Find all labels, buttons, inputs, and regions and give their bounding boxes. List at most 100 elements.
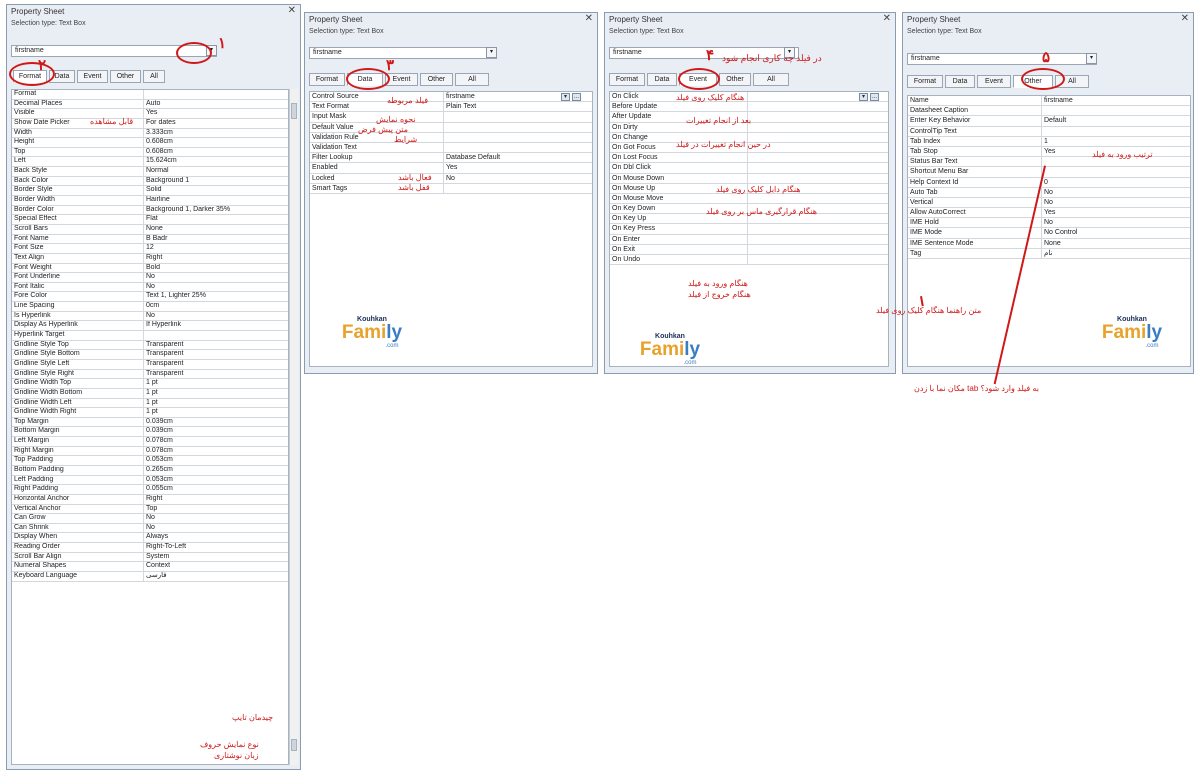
property-row[interactable]: Filter Lookup Database Default [310,153,592,164]
property-row[interactable]: On Mouse Down [610,173,888,184]
property-value[interactable] [748,112,888,121]
tab-all[interactable]: All [753,73,789,86]
property-value[interactable]: Right-To-Left [144,543,288,552]
property-row[interactable]: On Dbl Click [610,163,888,174]
property-row[interactable]: Gridline Width Right 1 pt [12,408,288,418]
chevron-down-icon[interactable]: ▾ [486,47,497,58]
property-row[interactable]: Shortcut Menu Bar [908,167,1190,178]
property-row[interactable]: Gridline Style Right Transparent [12,369,288,380]
property-row[interactable]: Default Value [310,122,592,133]
property-row[interactable]: Before Update [610,102,888,113]
property-value[interactable]: No Control [1042,228,1190,237]
property-row[interactable]: Border Width Hairline [12,196,288,206]
property-row[interactable]: Visible Yes [12,109,288,119]
property-value[interactable]: firstname [1042,96,1190,105]
property-value[interactable]: 15.624cm [144,157,288,166]
property-row[interactable]: Left Margin 0.078cm [12,437,288,447]
property-value[interactable]: 1 [1042,137,1190,146]
property-row[interactable]: ControlTip Text [908,126,1190,137]
property-row[interactable]: Keyboard Language فارسی [12,572,288,582]
property-value[interactable]: No [1042,188,1190,197]
property-value[interactable]: 0.608cm [144,138,288,147]
property-row[interactable]: Width 3.333cm [12,128,288,139]
close-icon[interactable]: ✕ [1181,13,1189,25]
property-value[interactable]: Yes [144,109,288,118]
property-value[interactable] [1042,127,1190,136]
property-value[interactable]: Transparent [144,341,288,350]
property-value[interactable]: 1 pt [144,389,288,398]
property-value[interactable]: 0.078cm [144,437,288,446]
property-value[interactable]: Bold [144,264,288,273]
property-value[interactable]: 0.039cm [144,427,288,436]
property-row[interactable]: Gridline Width Left 1 pt [12,398,288,409]
property-value[interactable]: 0.608cm [144,148,288,157]
property-row[interactable]: Text Format Plain Text [310,102,592,113]
property-row[interactable]: Gridline Style Bottom Transparent [12,350,288,360]
property-row[interactable]: Border Color Background 1, Darker 35% [12,205,288,216]
property-row[interactable]: Bottom Margin 0.039cm [12,427,288,438]
property-row[interactable]: Line Spacing 0cm [12,302,288,312]
property-row[interactable]: Vertical Anchor Top [12,504,288,515]
property-row[interactable]: Gridline Width Top 1 pt [12,379,288,389]
property-value[interactable]: No [444,174,592,183]
tab-event[interactable]: Event [77,70,108,83]
property-row[interactable]: Top Padding 0.053cm [12,456,288,466]
property-value[interactable]: 12 [144,244,288,253]
property-value[interactable]: No [144,312,288,321]
property-value[interactable]: 0.265cm [144,466,288,475]
dropdown-button[interactable]: ▾ [561,93,570,101]
property-row[interactable]: IME Hold No [908,218,1190,229]
property-row[interactable]: Show Date Picker For dates [12,118,288,129]
property-value[interactable]: Background 1 [144,177,288,186]
object-combo[interactable]: firstname ▾ [907,53,1097,65]
property-row[interactable]: Right Margin 0.078cm [12,446,288,457]
property-value[interactable]: Database Default [444,153,592,162]
chevron-down-icon[interactable]: ▾ [1086,53,1097,64]
property-value[interactable]: 1 pt [144,379,288,388]
tab-event[interactable]: Event [977,75,1011,88]
property-row[interactable]: Reading Order Right-To-Left [12,543,288,553]
property-value[interactable] [748,123,888,132]
property-value[interactable]: No [144,514,288,523]
tab-data[interactable]: Data [945,75,975,88]
property-row[interactable]: Datasheet Caption [908,106,1190,117]
property-row[interactable]: IME Mode No Control [908,228,1190,239]
property-value[interactable]: Hairline [144,196,288,205]
dropdown-button[interactable]: ▾ [859,93,868,101]
property-row[interactable]: Control Source firstname [310,92,592,103]
property-value[interactable]: 0.039cm [144,418,288,427]
tab-other[interactable]: Other [420,73,453,86]
tab-other[interactable]: Other [719,73,751,86]
property-value[interactable]: No [144,283,288,292]
property-value[interactable] [748,245,888,254]
property-value[interactable]: 0 [1042,178,1190,187]
property-row[interactable]: Vertical No [908,197,1190,209]
property-value[interactable]: Plain Text [444,102,592,111]
property-row[interactable]: Numeral Shapes Context [12,562,288,573]
property-row[interactable]: Top Margin 0.039cm [12,417,288,428]
property-value[interactable] [144,90,288,99]
property-value[interactable]: 1 pt [144,399,288,408]
property-row[interactable]: Enter Key Behavior Default [908,116,1190,127]
property-row[interactable]: Smart Tags [310,183,592,194]
property-value[interactable]: 0.078cm [144,447,288,456]
property-value[interactable]: Top [144,505,288,514]
property-value[interactable]: Text 1, Lighter 25% [144,292,288,301]
property-row[interactable]: IME Sentence Mode None [908,238,1190,249]
property-row[interactable]: Scroll Bars None [12,224,288,235]
property-row[interactable]: Border Style Solid [12,186,288,197]
property-row[interactable]: Name firstname [908,96,1190,107]
property-row[interactable]: Text Align Right [12,253,288,264]
property-value[interactable]: B Badr [144,235,288,244]
build-button[interactable]: ... [572,93,581,101]
property-value[interactable]: No [144,273,288,282]
property-value[interactable]: Right [144,254,288,263]
property-value[interactable]: Transparent [144,350,288,359]
property-row[interactable]: Gridline Style Top Transparent [12,340,288,351]
property-value[interactable] [444,184,592,193]
property-row[interactable]: Fore Color Text 1, Lighter 25% [12,292,288,303]
property-row[interactable]: Decimal Places Auto [12,99,288,110]
property-row[interactable]: Is Hyperlink No [12,311,288,322]
property-value[interactable]: 0.053cm [144,456,288,465]
property-row[interactable]: Can Shrink No [12,523,288,534]
